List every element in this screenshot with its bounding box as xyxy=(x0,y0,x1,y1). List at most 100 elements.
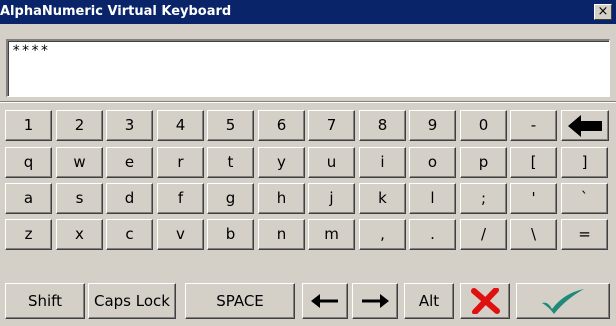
key-o-label: o xyxy=(427,153,438,171)
key-o[interactable]: o xyxy=(409,147,456,178)
text-display[interactable]: **** xyxy=(6,39,610,97)
key-a-label: a xyxy=(23,189,34,207)
key-backtick[interactable]: ` xyxy=(561,183,608,214)
key-u-label: u xyxy=(326,153,337,171)
key-z-label: z xyxy=(24,225,33,243)
key-apostrophe[interactable]: ' xyxy=(510,183,557,214)
key-t-label: t xyxy=(227,153,234,171)
key-4[interactable]: 4 xyxy=(157,110,204,141)
key-period-label: . xyxy=(430,225,435,243)
key-e[interactable]: e xyxy=(106,147,153,178)
key-x[interactable]: x xyxy=(56,219,103,250)
key-t[interactable]: t xyxy=(207,147,254,178)
key-g[interactable]: g xyxy=(207,183,254,214)
key-4-label: 4 xyxy=(175,116,186,134)
key-minus[interactable]: - xyxy=(510,110,557,141)
key-i[interactable]: i xyxy=(359,147,406,178)
key-n-label: n xyxy=(276,225,287,243)
key-n[interactable]: n xyxy=(258,219,305,250)
title-bar: AlphaNumeric Virtual Keyboard × xyxy=(0,0,616,24)
key-backslash[interactable]: \ xyxy=(510,219,557,250)
key-s[interactable]: s xyxy=(56,183,103,214)
key-7-label: 7 xyxy=(326,116,337,134)
right-arrow-key[interactable] xyxy=(352,283,398,319)
right-arrow-icon xyxy=(361,293,389,309)
key-e-label: e xyxy=(124,153,135,171)
key-equals-label: = xyxy=(578,225,591,243)
key-k[interactable]: k xyxy=(359,183,406,214)
key-p[interactable]: p xyxy=(460,147,507,178)
key-x-label: x xyxy=(75,225,84,243)
key-semicolon[interactable]: ; xyxy=(460,183,507,214)
key-3[interactable]: 3 xyxy=(106,110,153,141)
key-v[interactable]: v xyxy=(157,219,204,250)
key-w[interactable]: w xyxy=(56,147,103,178)
caps-lock-key[interactable]: Caps Lock xyxy=(88,283,176,319)
key-c[interactable]: c xyxy=(106,219,153,250)
key-r-label: r xyxy=(177,153,184,171)
space-key[interactable]: SPACE xyxy=(185,283,295,319)
key-f[interactable]: f xyxy=(157,183,204,214)
key-h-label: h xyxy=(276,189,287,207)
key-1-label: 1 xyxy=(23,116,34,134)
key-5-label: 5 xyxy=(225,116,236,134)
key-q-label: q xyxy=(23,153,34,171)
key-f-label: f xyxy=(177,189,184,207)
key-1[interactable]: 1 xyxy=(5,110,52,141)
key-z[interactable]: z xyxy=(5,219,52,250)
key-r[interactable]: r xyxy=(157,147,204,178)
key-0[interactable]: 0 xyxy=(460,110,507,141)
shift-key-label: Shift xyxy=(27,291,63,310)
alt-key[interactable]: Alt xyxy=(404,283,454,319)
key-comma-label: , xyxy=(380,225,385,243)
key-slash[interactable]: / xyxy=(460,219,507,250)
close-button[interactable]: × xyxy=(594,4,612,20)
key-i-label: i xyxy=(380,153,385,171)
key-j[interactable]: j xyxy=(308,183,355,214)
key-k-label: k xyxy=(378,189,387,207)
key-2[interactable]: 2 xyxy=(56,110,103,141)
key-0-label: 0 xyxy=(478,116,489,134)
key-6-label: 6 xyxy=(276,116,287,134)
key-left-bracket[interactable]: [ xyxy=(510,147,557,178)
key-7[interactable]: 7 xyxy=(308,110,355,141)
caps-lock-key-label: Caps Lock xyxy=(94,291,170,310)
key-v-label: v xyxy=(176,225,185,243)
key-9-label: 9 xyxy=(427,116,438,134)
key-y-label: y xyxy=(277,153,286,171)
key-d-label: d xyxy=(124,189,135,207)
key-b[interactable]: b xyxy=(207,219,254,250)
key-s-label: s xyxy=(75,189,84,207)
green-check-icon xyxy=(540,287,586,315)
left-arrow-icon xyxy=(311,293,339,309)
key-8[interactable]: 8 xyxy=(359,110,406,141)
key-3-label: 3 xyxy=(124,116,135,134)
key-equals[interactable]: = xyxy=(561,219,608,250)
key-q[interactable]: q xyxy=(5,147,52,178)
ok-key[interactable] xyxy=(516,283,610,319)
key-right-bracket[interactable]: ] xyxy=(561,147,608,178)
key-l[interactable]: l xyxy=(409,183,456,214)
key-6[interactable]: 6 xyxy=(258,110,305,141)
key-p-label: p xyxy=(478,153,489,171)
key-2-label: 2 xyxy=(74,116,85,134)
key-u[interactable]: u xyxy=(308,147,355,178)
backspace-key[interactable] xyxy=(561,110,609,141)
key-y[interactable]: y xyxy=(258,147,305,178)
key-slash-label: / xyxy=(480,225,487,243)
red-x-icon xyxy=(470,288,500,314)
key-right-bracket-label: ] xyxy=(581,153,588,171)
key-5[interactable]: 5 xyxy=(207,110,254,141)
key-period[interactable]: . xyxy=(409,219,456,250)
cancel-key[interactable] xyxy=(460,283,510,319)
key-9[interactable]: 9 xyxy=(409,110,456,141)
key-8-label: 8 xyxy=(377,116,388,134)
key-a[interactable]: a xyxy=(5,183,52,214)
backspace-arrow-icon xyxy=(568,114,602,137)
key-m[interactable]: m xyxy=(308,219,355,250)
shift-key[interactable]: Shift xyxy=(5,283,85,319)
key-comma[interactable]: , xyxy=(359,219,406,250)
left-arrow-key[interactable] xyxy=(302,283,348,319)
key-h[interactable]: h xyxy=(258,183,305,214)
key-d[interactable]: d xyxy=(106,183,153,214)
